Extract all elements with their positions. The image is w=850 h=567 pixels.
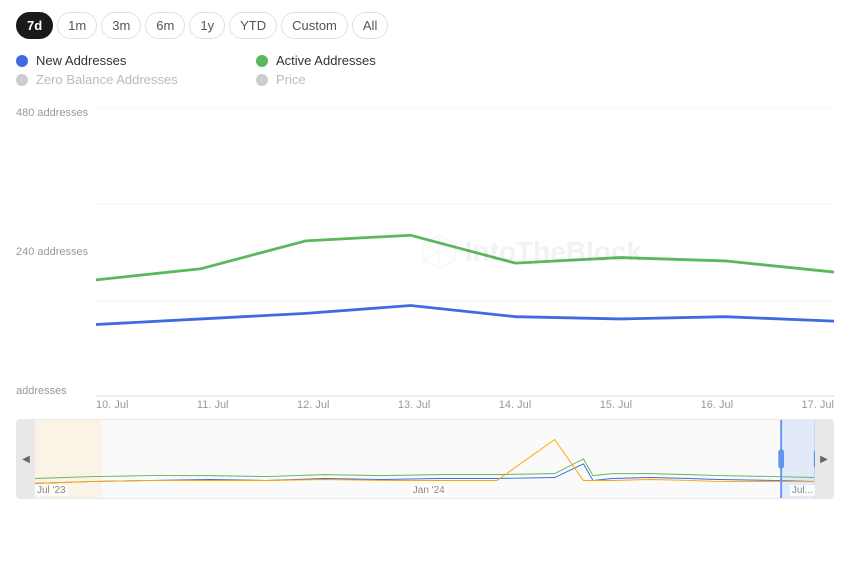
btn-ytd[interactable]: YTD xyxy=(229,12,277,39)
btn-custom[interactable]: Custom xyxy=(281,12,348,39)
x-label-3: 13. Jul xyxy=(398,399,430,411)
x-label-6: 16. Jul xyxy=(701,399,733,411)
legend-label-new-addresses: New Addresses xyxy=(36,53,126,68)
mini-nav-right-btn[interactable]: ▶ xyxy=(815,420,833,498)
x-label-2: 12. Jul xyxy=(297,399,329,411)
chart-legend: New Addresses Active Addresses Zero Bala… xyxy=(16,53,496,87)
btn-1y[interactable]: 1y xyxy=(189,12,225,39)
y-label-bottom: addresses xyxy=(16,385,96,397)
btn-7d[interactable]: 7d xyxy=(16,12,53,39)
legend-label-price: Price xyxy=(276,72,306,87)
btn-3m[interactable]: 3m xyxy=(101,12,141,39)
y-label-mid: 240 addresses xyxy=(16,246,96,258)
legend-zero-balance[interactable]: Zero Balance Addresses xyxy=(16,72,256,87)
legend-dot-new-addresses xyxy=(16,55,28,67)
x-label-1: 11. Jul xyxy=(197,399,229,411)
mini-nav-left-btn[interactable]: ◀ xyxy=(17,420,35,498)
x-label-4: 14. Jul xyxy=(499,399,531,411)
btn-all[interactable]: All xyxy=(352,12,388,39)
legend-new-addresses[interactable]: New Addresses xyxy=(16,53,256,68)
main-chart-wrapper: 480 addresses 240 addresses addresses In… xyxy=(16,107,834,397)
legend-dot-active-addresses xyxy=(256,55,268,67)
x-axis: 10. Jul 11. Jul 12. Jul 13. Jul 14. Jul … xyxy=(16,399,834,411)
x-label-7: 17. Jul xyxy=(802,399,834,411)
mini-chart-svg xyxy=(17,420,833,498)
legend-dot-price xyxy=(256,74,268,86)
new-addresses-line xyxy=(96,306,834,325)
y-label-top: 480 addresses xyxy=(16,107,96,119)
legend-active-addresses[interactable]: Active Addresses xyxy=(256,53,496,68)
legend-price[interactable]: Price xyxy=(256,72,496,87)
legend-label-active-addresses: Active Addresses xyxy=(276,53,376,68)
main-chart-svg xyxy=(96,107,834,397)
btn-1m[interactable]: 1m xyxy=(57,12,97,39)
chart-area: IntoTheBlock xyxy=(96,107,834,397)
time-range-bar: 7d 1m 3m 6m 1y YTD Custom All xyxy=(16,12,834,39)
btn-6m[interactable]: 6m xyxy=(145,12,185,39)
legend-dot-zero-balance xyxy=(16,74,28,86)
main-container: 7d 1m 3m 6m 1y YTD Custom All New Addres… xyxy=(0,0,850,567)
x-label-5: 15. Jul xyxy=(600,399,632,411)
x-label-0: 10. Jul xyxy=(96,399,128,411)
mini-chart[interactable]: Jul '23 Jan '24 Jul... ◀ ▶ xyxy=(16,419,834,499)
active-addresses-line xyxy=(96,235,834,280)
legend-label-zero-balance: Zero Balance Addresses xyxy=(36,72,178,87)
y-axis: 480 addresses 240 addresses addresses xyxy=(16,107,96,397)
